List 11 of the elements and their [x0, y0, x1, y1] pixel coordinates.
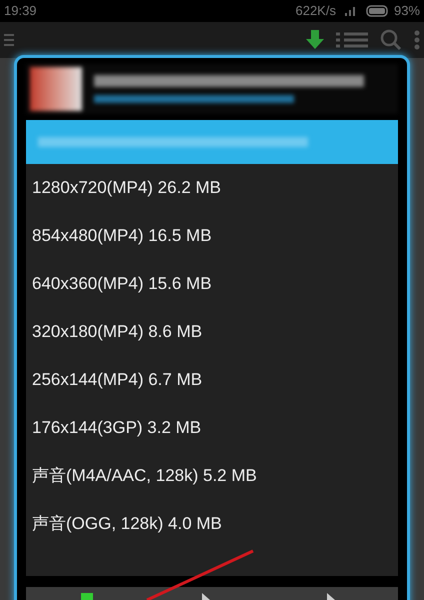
network-speed: 622K/s — [295, 2, 336, 20]
battery-level: 93% — [394, 2, 420, 20]
download-icon[interactable] — [306, 30, 324, 50]
option-row[interactable] — [26, 120, 398, 164]
status-time: 19:39 — [4, 2, 37, 20]
search-icon[interactable] — [380, 29, 402, 51]
battery-icon — [366, 5, 390, 17]
signal-icon — [344, 5, 358, 17]
menu-icon[interactable] — [4, 33, 14, 47]
list-icon[interactable] — [336, 32, 368, 48]
more-icon[interactable] — [414, 30, 420, 50]
